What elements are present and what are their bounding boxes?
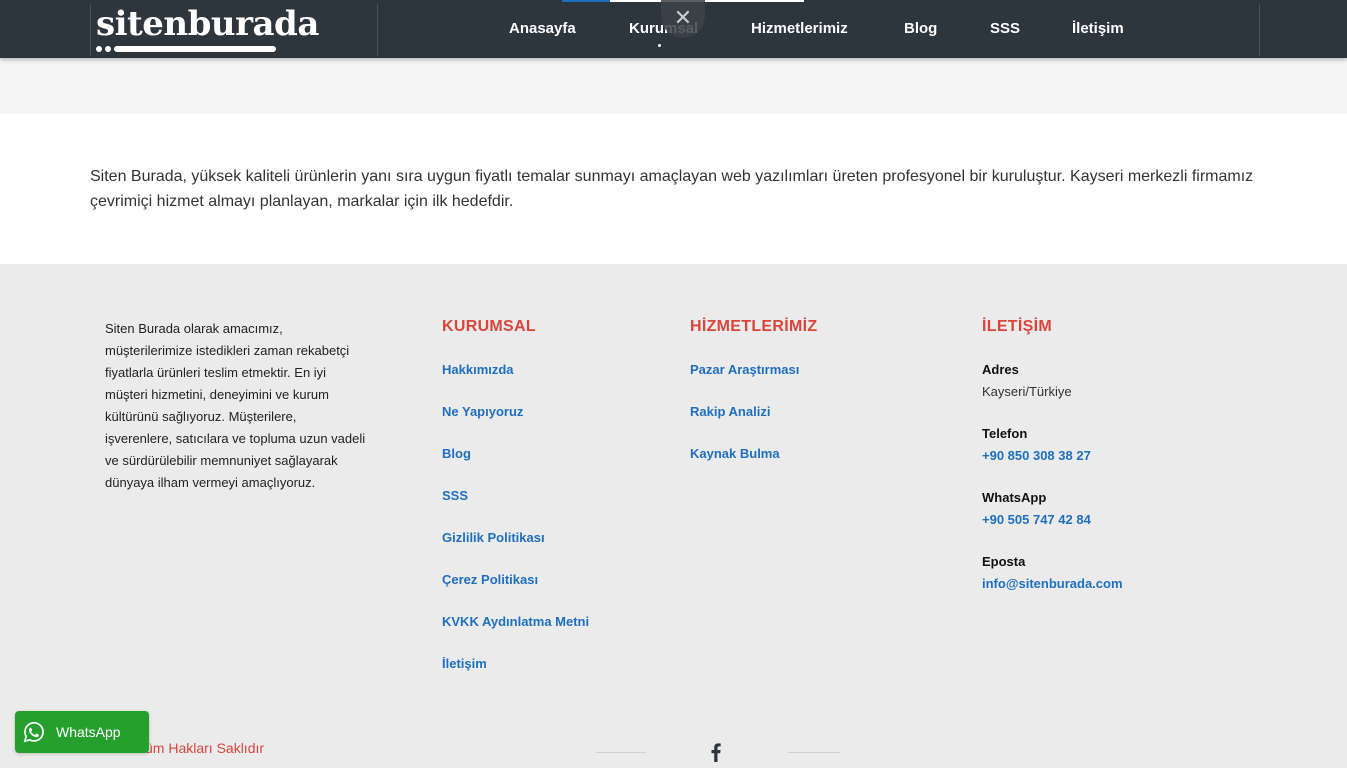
footer-divider	[596, 752, 646, 753]
footer-iletisim-title: İLETİŞİM	[982, 318, 1052, 335]
contact-adres-label: Adres	[982, 362, 1019, 377]
main-nav: Anasayfa Kurumsal Hizmetlerimiz Blog SSS…	[0, 0, 1347, 58]
facebook-icon[interactable]	[707, 742, 723, 762]
footer-link-cerez[interactable]: Çerez Politikası	[442, 572, 538, 587]
footer-link-kvkk[interactable]: KVKK Aydınlatma Metni	[442, 614, 589, 629]
contact-adres-value: Kayseri/Türkiye	[982, 384, 1072, 399]
whatsapp-button[interactable]: WhatsApp	[15, 711, 149, 753]
site-header: sitenburada Anasayfa Kurumsal Hizmetleri…	[0, 0, 1347, 58]
close-icon[interactable]: ✕	[661, 0, 705, 38]
footer-link-ne-yapiyoruz[interactable]: Ne Yapıyoruz	[442, 404, 523, 419]
footer-link-kaynak[interactable]: Kaynak Bulma	[690, 446, 780, 461]
contact-eposta-link[interactable]: info@sitenburada.com	[982, 576, 1123, 591]
top-band	[0, 58, 1347, 114]
footer-link-gizlilik[interactable]: Gizlilik Politikası	[442, 530, 545, 545]
footer-link-rakip[interactable]: Rakip Analizi	[690, 404, 770, 419]
contact-telefon-link[interactable]: +90 850 308 38 27	[982, 448, 1091, 463]
contact-telefon-label: Telefon	[982, 426, 1028, 441]
footer-link-sss[interactable]: SSS	[442, 488, 468, 503]
whatsapp-button-label: WhatsApp	[56, 724, 121, 740]
contact-eposta-label: Eposta	[982, 554, 1026, 569]
footer-about-text: Siten Burada olarak amacımız, müşteriler…	[105, 321, 366, 490]
footer-link-iletisim[interactable]: İletişim	[442, 656, 487, 671]
nav-dot	[658, 44, 661, 47]
copyright-text: üm Hakları Saklıdır	[145, 740, 265, 756]
footer-link-hakkimizda[interactable]: Hakkımızda	[442, 362, 514, 377]
intro-text: Siten Burada, yüksek kaliteli ürünlerin …	[90, 168, 1254, 210]
contact-whatsapp-link[interactable]: +90 505 747 42 84	[982, 512, 1091, 527]
nav-item-blog[interactable]: Blog	[904, 20, 937, 37]
nav-item-anasayfa[interactable]: Anasayfa	[509, 20, 576, 37]
site-footer: Siten Burada olarak amacımız, müşteriler…	[0, 264, 1347, 768]
footer-link-pazar[interactable]: Pazar Araştırması	[690, 362, 799, 377]
whatsapp-icon	[23, 722, 44, 743]
footer-link-blog[interactable]: Blog	[442, 446, 471, 461]
nav-item-sss[interactable]: SSS	[990, 20, 1020, 37]
nav-item-hizmetlerimiz[interactable]: Hizmetlerimiz	[751, 20, 848, 37]
footer-kurumsal-title: KURUMSAL	[442, 318, 536, 335]
nav-indicator	[562, 0, 610, 2]
contact-whatsapp-label: WhatsApp	[982, 490, 1047, 505]
footer-hizmetler-title: HİZMETLERİMİZ	[690, 318, 818, 335]
footer-divider	[788, 752, 840, 753]
nav-indicator	[610, 0, 804, 2]
nav-item-iletisim[interactable]: İletişim	[1072, 20, 1124, 37]
